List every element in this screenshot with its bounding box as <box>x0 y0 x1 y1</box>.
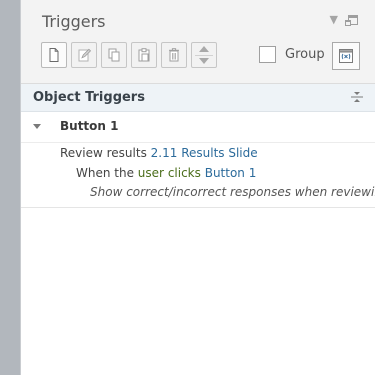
chevron-down-icon[interactable]: ▼ <box>330 14 338 25</box>
when-target-link[interactable]: Button 1 <box>205 166 257 180</box>
action-text: Review results <box>60 146 147 160</box>
move-up-down-button[interactable] <box>191 42 217 68</box>
left-strip <box>0 0 20 375</box>
copy-icon <box>108 48 120 62</box>
move-down-icon[interactable] <box>192 56 216 67</box>
restore-window-icon[interactable] <box>345 14 358 26</box>
variables-button[interactable] <box>332 42 360 70</box>
paste-button[interactable] <box>131 42 157 68</box>
delete-button[interactable] <box>161 42 187 68</box>
new-trigger-icon <box>49 48 59 62</box>
panel-title-tools: ▼ <box>330 14 358 26</box>
copy-button[interactable] <box>101 42 127 68</box>
trigger-option-text: Show correct/incorrect responses when re… <box>90 185 375 199</box>
trigger-when-line[interactable]: When the user clicks Button 1 <box>76 166 256 180</box>
object-name: Button 1 <box>60 119 119 133</box>
delete-icon <box>169 48 179 62</box>
collapse-all-icon[interactable] <box>351 91 363 103</box>
panel-title: Triggers <box>42 12 106 31</box>
when-user: user <box>137 166 164 180</box>
group-checkbox[interactable] <box>259 46 276 63</box>
group-toggle[interactable]: Group <box>259 46 325 63</box>
group-label: Group <box>285 47 325 62</box>
triggers-panel: Triggers ▼ Group Object Triggers Button … <box>20 0 375 375</box>
trigger-action-line[interactable]: Review results 2.11 Results Slide <box>60 146 258 160</box>
edit-trigger-button[interactable] <box>71 42 97 68</box>
object-triggers-header: Object Triggers <box>21 84 375 112</box>
chevron-down-icon[interactable] <box>33 124 41 129</box>
section-title: Object Triggers <box>33 90 145 105</box>
paste-icon <box>138 48 150 62</box>
trigger-item[interactable]: Review results 2.11 Results Slide When t… <box>21 142 375 208</box>
move-up-icon[interactable] <box>192 44 216 55</box>
variables-icon <box>339 49 353 63</box>
object-group-row[interactable]: Button 1 <box>21 112 375 143</box>
new-trigger-button[interactable] <box>41 42 67 68</box>
triggers-toolbar-area: Triggers ▼ Group <box>21 0 375 84</box>
when-verb: clicks <box>167 166 201 180</box>
action-target-link[interactable]: 2.11 Results Slide <box>151 146 258 160</box>
edit-trigger-icon <box>78 48 92 62</box>
when-prefix: When the <box>76 166 134 180</box>
trigger-toolbar <box>41 42 217 68</box>
